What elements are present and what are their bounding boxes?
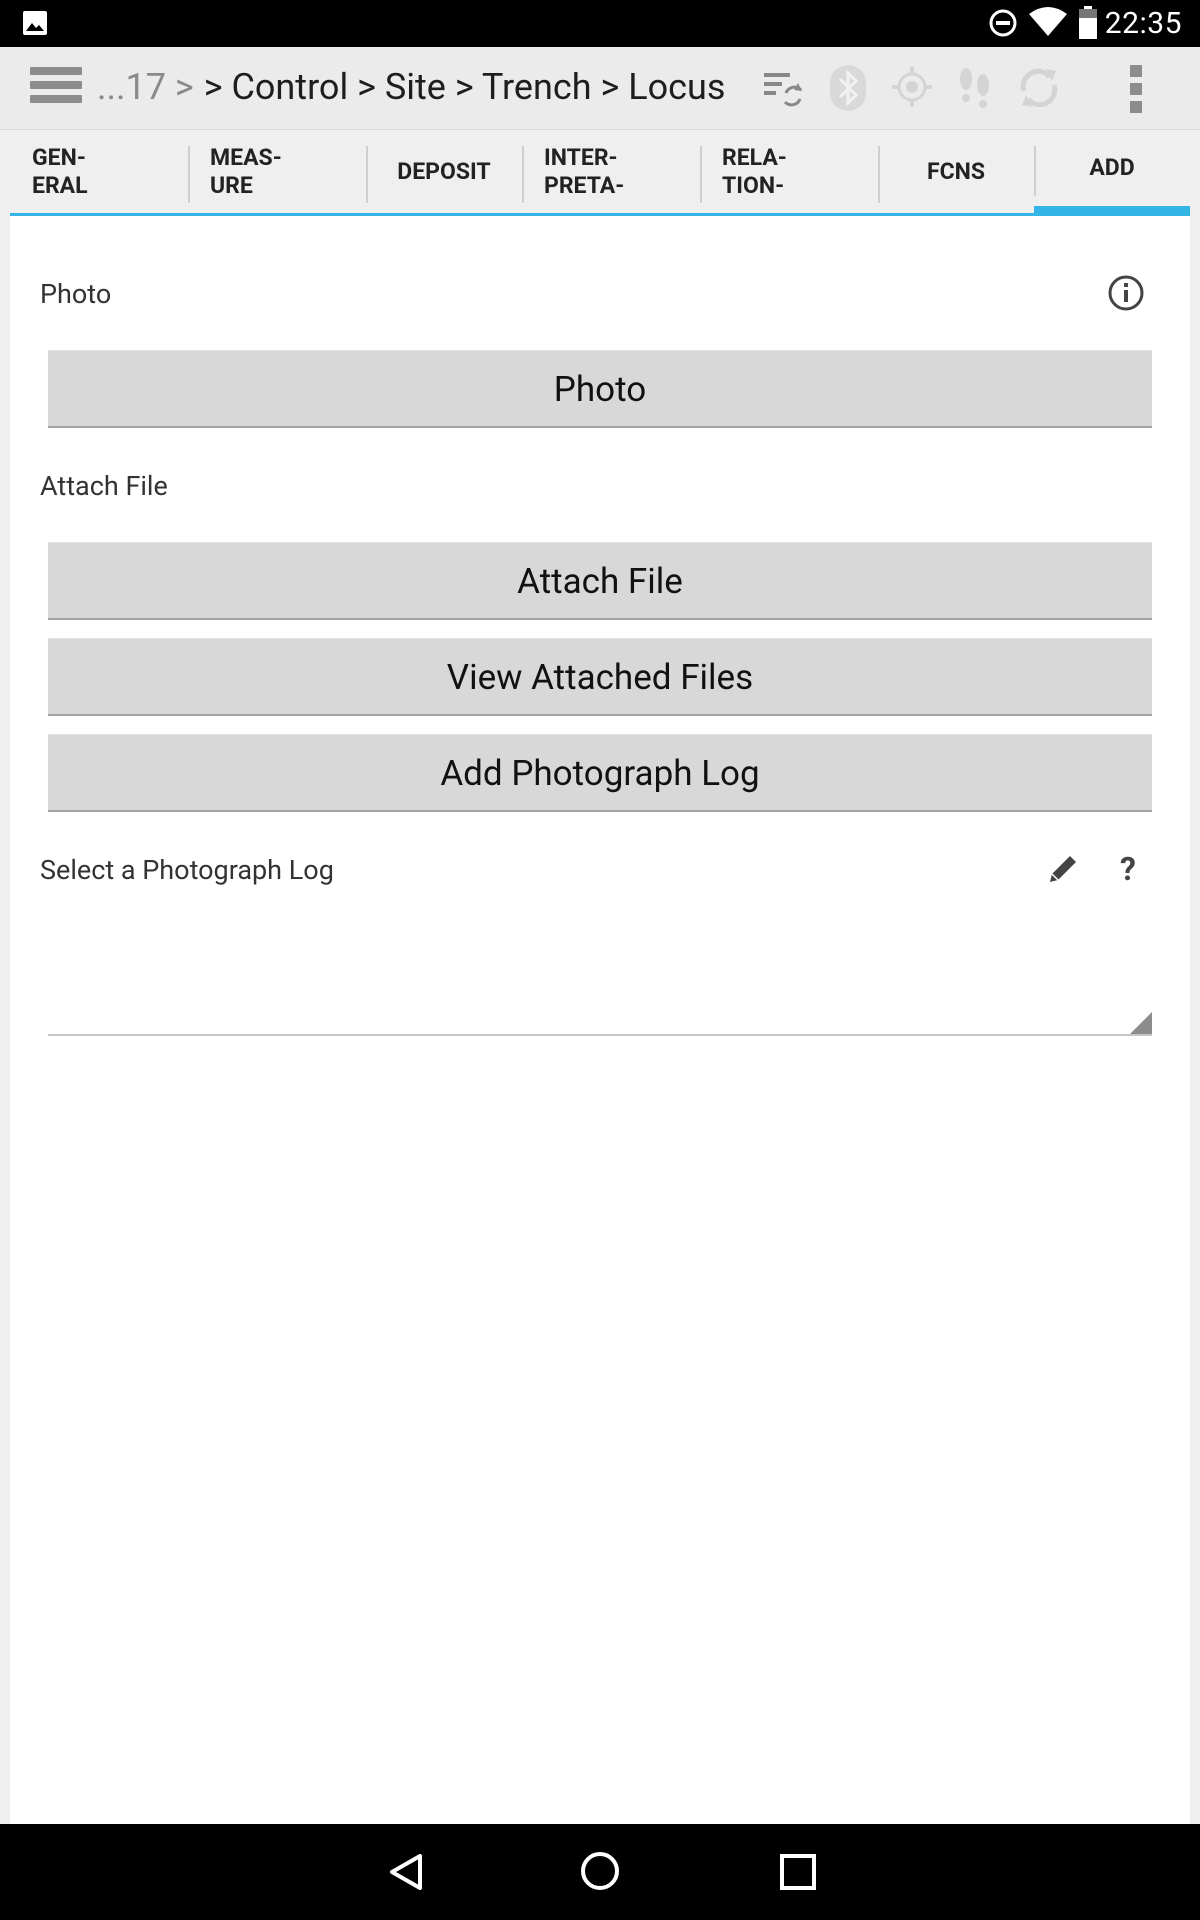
- attach-file-button[interactable]: Attach File: [48, 542, 1152, 620]
- tab-label: INTER-: [544, 143, 618, 171]
- add-tab-content: Photo Photo Attach File Attach File View…: [10, 216, 1190, 1824]
- tab-label: PRETA-: [544, 171, 625, 199]
- info-icon[interactable]: [1107, 274, 1145, 312]
- navigation-bar: [0, 1824, 1200, 1920]
- clock: 22:35: [1104, 6, 1182, 41]
- home-icon[interactable]: [579, 1850, 621, 1892]
- tab-label: GEN-: [32, 143, 86, 171]
- tab-measure[interactable]: MEAS- URE: [188, 130, 366, 216]
- breadcrumb-prefix[interactable]: ...17 >: [97, 66, 194, 108]
- menu-icon[interactable]: [30, 67, 82, 109]
- breadcrumb[interactable]: ...17 > > Control > Site > Trench > Locus: [97, 66, 725, 108]
- tab-label: FCNS: [926, 157, 986, 185]
- sync-list-icon[interactable]: [762, 69, 804, 109]
- gallery-icon: [23, 11, 47, 35]
- tab-label: URE: [210, 171, 253, 199]
- photo-button[interactable]: Photo: [48, 350, 1152, 428]
- recents-icon[interactable]: [776, 1850, 820, 1894]
- view-attached-files-button[interactable]: View Attached Files: [48, 638, 1152, 716]
- tab-bar: GEN- ERAL MEAS- URE DEPOSIT INTER- PRETA- R…: [10, 130, 1190, 216]
- add-photograph-log-button[interactable]: Add Photograph Log: [48, 734, 1152, 812]
- select-photograph-log-label: Select a Photograph Log: [40, 854, 334, 886]
- status-bar: 22:35: [0, 0, 1200, 47]
- attach-file-label: Attach File: [40, 470, 168, 502]
- bluetooth-icon[interactable]: [826, 63, 870, 113]
- tab-label: MEAS-: [210, 143, 282, 171]
- tab-label: DEPOSIT: [397, 157, 491, 185]
- tab-label: ADD: [1089, 154, 1135, 181]
- tab-fcns[interactable]: FCNS: [878, 130, 1034, 216]
- refresh-icon[interactable]: [1016, 65, 1062, 111]
- breadcrumb-path[interactable]: > Control > Site > Trench > Locus: [204, 66, 726, 108]
- footsteps-icon[interactable]: [954, 65, 996, 111]
- dropdown-corner-icon: [1130, 1012, 1152, 1034]
- tab-label: TION-: [722, 171, 785, 199]
- gps-icon[interactable]: [890, 65, 934, 109]
- tab-add[interactable]: ADD: [1034, 130, 1190, 216]
- photograph-log-select[interactable]: [48, 900, 1152, 1036]
- photo-label: Photo: [40, 278, 112, 310]
- tab-relation[interactable]: RELA- TION-: [700, 130, 878, 216]
- pencil-icon[interactable]: [1046, 852, 1080, 886]
- tab-label: RELA-: [722, 143, 787, 171]
- overflow-icon[interactable]: [1126, 63, 1146, 115]
- action-bar: ...17 > > Control > Site > Trench > Locus: [0, 47, 1200, 130]
- tab-general[interactable]: GEN- ERAL: [10, 130, 188, 216]
- dnd-icon: [989, 9, 1017, 37]
- help-icon[interactable]: ?: [1120, 850, 1136, 888]
- tab-label: ERAL: [32, 171, 88, 199]
- tab-deposit[interactable]: DEPOSIT: [366, 130, 522, 216]
- back-icon[interactable]: [384, 1850, 428, 1894]
- battery-icon: [1079, 6, 1097, 39]
- wifi-icon: [1029, 7, 1067, 36]
- tab-interpretation[interactable]: INTER- PRETA-: [522, 130, 700, 216]
